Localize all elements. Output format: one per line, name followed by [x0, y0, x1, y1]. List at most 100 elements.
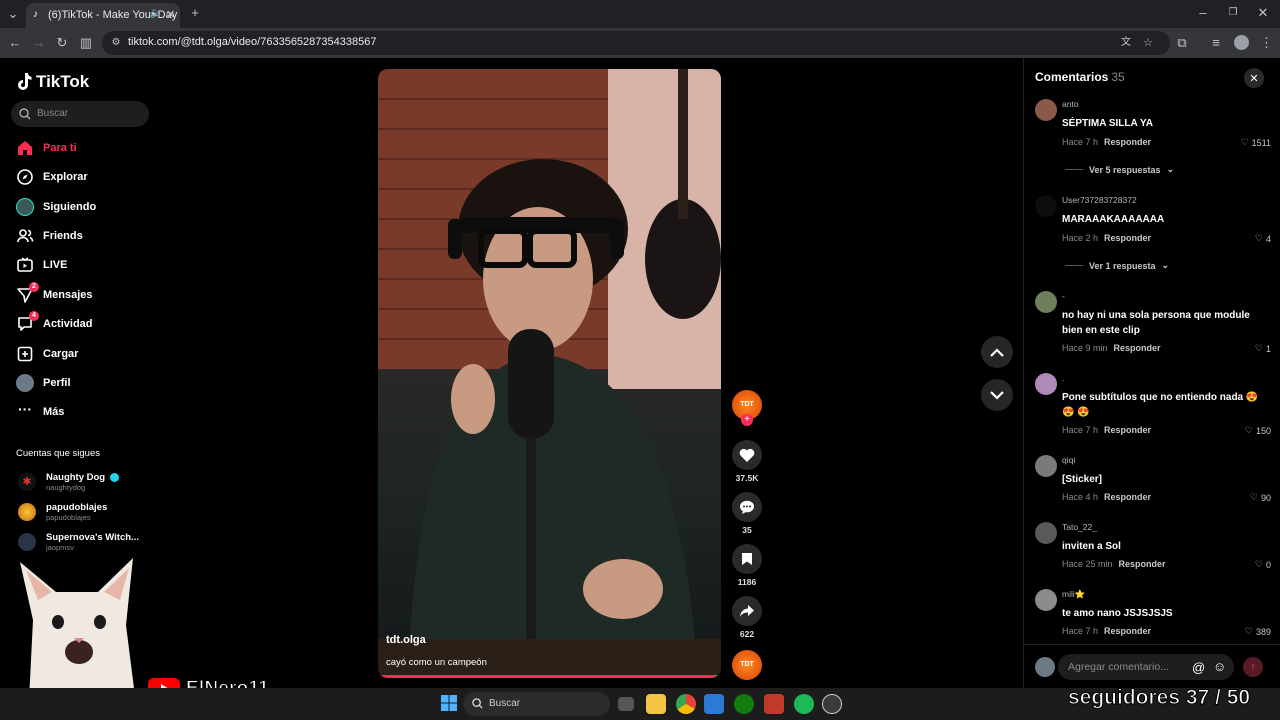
comment-meta: Hace 7 h Responder: [1062, 626, 1151, 636]
avatar[interactable]: [1035, 291, 1057, 313]
comment-username[interactable]: Tato_22_: [1062, 522, 1097, 532]
reply-button[interactable]: Responder: [1119, 559, 1166, 569]
windows-start-icon[interactable]: [440, 694, 460, 714]
comment-username[interactable]: qiqi: [1062, 455, 1075, 465]
task-view-icon[interactable]: [618, 697, 634, 711]
store-icon[interactable]: [704, 694, 724, 714]
nav-mas[interactable]: ··· Más: [16, 401, 64, 423]
tiktok-logo[interactable]: TikTok: [16, 72, 89, 92]
comment-input[interactable]: Agregar comentario...: [1058, 654, 1234, 680]
nav-live[interactable]: LIVE: [16, 254, 67, 276]
reply-button[interactable]: Responder: [1104, 492, 1151, 502]
previous-video-button[interactable]: [981, 336, 1013, 368]
forward-icon[interactable]: →: [32, 36, 46, 50]
next-video-button[interactable]: [981, 379, 1013, 411]
comment-like-button[interactable]: ♡ 150: [1245, 425, 1271, 436]
nav-friends[interactable]: Friends: [16, 225, 83, 247]
comment-username[interactable]: anto: [1062, 99, 1079, 109]
comment-like-button[interactable]: ♡ 1: [1255, 343, 1271, 354]
spotify-icon[interactable]: [794, 694, 814, 714]
reply-button[interactable]: Responder: [1114, 343, 1161, 353]
restore-icon[interactable]: ❐: [1226, 6, 1240, 20]
reload-icon[interactable]: ↻: [55, 36, 69, 50]
video-progress-bar[interactable]: [378, 675, 721, 678]
close-window-icon[interactable]: ✕: [1256, 6, 1270, 20]
back-icon[interactable]: ←: [8, 36, 22, 50]
xbox-icon[interactable]: [734, 694, 754, 714]
nav-para-ti[interactable]: Para ti: [16, 137, 77, 159]
reading-mode-icon[interactable]: ▥: [79, 36, 93, 50]
profile-avatar[interactable]: [1234, 35, 1249, 50]
nav-mensajes[interactable]: 2 Mensajes: [16, 282, 93, 306]
view-replies-button[interactable]: Ver 5 respuestas ⌄: [1065, 164, 1174, 175]
nav-perfil[interactable]: Perfil: [16, 372, 71, 394]
save-button[interactable]: 1186: [732, 544, 762, 587]
tab-audio-icon[interactable]: 🔈: [150, 8, 162, 19]
account-papudoblajes[interactable]: papudoblajes papudoblajes: [18, 502, 107, 522]
site-info-icon[interactable]: ⚙: [110, 36, 122, 50]
share-arrow-icon: [732, 596, 762, 626]
reply-button[interactable]: Responder: [1104, 233, 1151, 243]
comment-username[interactable]: -: [1062, 291, 1065, 301]
comment-username[interactable]: User737283728372: [1062, 195, 1137, 205]
sound-disc-button[interactable]: TDT: [732, 650, 762, 680]
heart-outline-icon: ♡: [1244, 425, 1253, 435]
avatar[interactable]: [1035, 455, 1057, 477]
video-player[interactable]: tdt.olga cayó como un campeón: [378, 69, 721, 678]
file-explorer-icon[interactable]: [646, 694, 666, 714]
comment-username[interactable]: mili⭐: [1062, 589, 1085, 600]
like-button[interactable]: 37.5K: [732, 440, 762, 483]
mention-icon[interactable]: @: [1192, 660, 1205, 675]
comment-like-count: 0: [1265, 559, 1271, 570]
emoji-icon[interactable]: ☺: [1213, 659, 1226, 674]
comment-like-button[interactable]: ♡ 1511: [1241, 137, 1271, 148]
close-comments-button[interactable]: ✕: [1244, 68, 1264, 88]
taskbar-search[interactable]: Buscar: [463, 692, 610, 716]
nav-actividad[interactable]: 4 Actividad: [16, 311, 93, 335]
tab-close-icon[interactable]: ✕: [166, 8, 175, 21]
reply-button[interactable]: Responder: [1104, 137, 1151, 147]
omnibox[interactable]: ⚙ tiktok.com/@tdt.olga/video/76335652873…: [102, 31, 1170, 55]
nav-siguiendo[interactable]: Siguiendo: [16, 196, 96, 218]
comment-username[interactable]: .: [1062, 373, 1064, 383]
share-button[interactable]: 622: [732, 596, 762, 639]
browser-tab[interactable]: ♪ (6)TikTok - Make Your Day 🔈 ✕: [26, 3, 180, 28]
avatar[interactable]: [1035, 522, 1057, 544]
messages-icon: 2: [16, 282, 39, 304]
avatar[interactable]: [1035, 99, 1057, 121]
account-naughtydog[interactable]: ✱ Naughty Dog naughtydog: [18, 472, 119, 492]
view-replies-button[interactable]: Ver 1 respuesta ⌄: [1065, 260, 1169, 271]
creator-avatar-button[interactable]: TDT +: [732, 390, 762, 426]
comment-like-button[interactable]: ♡ 0: [1255, 559, 1271, 570]
comment-like-button[interactable]: ♡ 90: [1250, 492, 1271, 503]
app-icon[interactable]: [764, 694, 784, 714]
avatar[interactable]: [1035, 589, 1057, 611]
comment-like-button[interactable]: ♡ 389: [1245, 626, 1271, 637]
bookmark-star-icon[interactable]: ☆: [1142, 36, 1154, 50]
translate-icon[interactable]: 文: [1120, 36, 1132, 50]
send-button[interactable]: ↑: [1243, 657, 1263, 677]
sidebar-search-input[interactable]: Buscar: [11, 101, 149, 127]
friends-icon: [16, 227, 34, 245]
chrome-icon[interactable]: [676, 694, 696, 714]
chevron-down-icon: ⌄: [1161, 260, 1170, 270]
avatar[interactable]: [1035, 195, 1057, 217]
new-tab-icon[interactable]: +: [188, 6, 202, 20]
nav-label: Friends: [43, 230, 83, 242]
browser-menu-icon[interactable]: ⋮: [1260, 36, 1273, 50]
view-replies-label: Ver 5 respuestas: [1089, 164, 1161, 175]
comment-button[interactable]: 35: [732, 492, 762, 535]
tab-search-icon[interactable]: ⌄: [6, 7, 20, 21]
follow-plus-icon[interactable]: +: [741, 414, 753, 426]
nav-cargar[interactable]: Cargar: [16, 343, 78, 365]
media-controls-icon[interactable]: ≡: [1209, 36, 1223, 50]
reply-button[interactable]: Responder: [1104, 626, 1151, 636]
video-author[interactable]: tdt.olga: [386, 634, 426, 646]
extensions-icon[interactable]: ⧉: [1175, 36, 1189, 50]
steam-icon[interactable]: [822, 694, 842, 714]
reply-button[interactable]: Responder: [1104, 425, 1151, 435]
nav-explorar[interactable]: Explorar: [16, 166, 88, 188]
minimize-icon[interactable]: –: [1196, 6, 1210, 20]
avatar[interactable]: [1035, 373, 1057, 395]
comment-like-button[interactable]: ♡ 4: [1255, 233, 1271, 244]
